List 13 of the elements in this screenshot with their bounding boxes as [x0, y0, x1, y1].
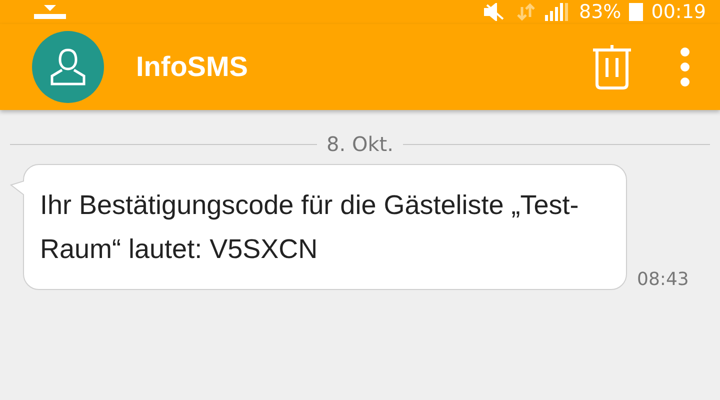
battery-icon	[629, 3, 644, 21]
signal-icon	[545, 3, 571, 21]
date-divider: 8. Okt.	[326, 132, 394, 156]
clock: 00:19	[651, 0, 706, 24]
battery-percent: 83%	[579, 0, 622, 24]
trash-icon[interactable]	[592, 44, 632, 90]
data-arrows-icon	[517, 3, 535, 21]
conversation-title: InfoSMS	[136, 51, 248, 83]
message-text: Ihr Bestätigungscode für die Gästeliste „Test-Raum“ lautet: V5SXCN	[40, 190, 579, 264]
download-icon	[34, 5, 66, 19]
mute-icon	[483, 3, 505, 21]
message-time: 08:43	[637, 269, 689, 290]
more-options-icon[interactable]	[680, 47, 690, 87]
